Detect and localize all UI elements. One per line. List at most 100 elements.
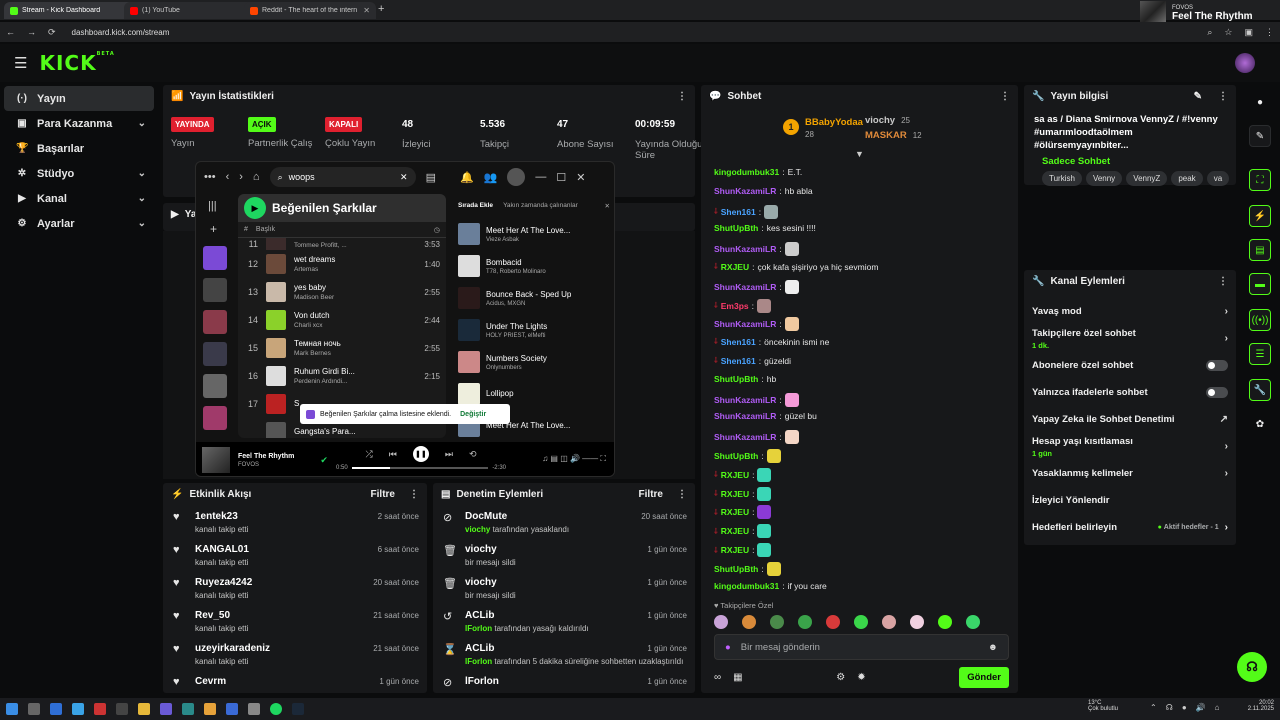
moderation-user[interactable]: viochy bbox=[465, 577, 516, 588]
url-field[interactable]: dashboard.kick.com/stream bbox=[72, 28, 170, 37]
chat-username[interactable]: ShunKazamiLR bbox=[714, 282, 776, 292]
clock[interactable]: 20:02 2.11.2025 bbox=[1240, 700, 1274, 712]
toggle-switch[interactable] bbox=[1206, 360, 1228, 371]
new-tab-button[interactable]: + bbox=[378, 3, 384, 15]
community-icon[interactable]: ✿ bbox=[1249, 413, 1271, 435]
headset-icon[interactable]: ☊ bbox=[1237, 652, 1267, 682]
add-icon[interactable]: + bbox=[210, 222, 228, 236]
activity-user[interactable]: uzeyirkaradeniz bbox=[195, 643, 270, 654]
chat-more-icon[interactable]: ⋮ bbox=[1000, 91, 1010, 102]
sidepanel-icon[interactable]: ▣ bbox=[1244, 27, 1253, 38]
chat-username[interactable]: ShunKazamiLR bbox=[714, 244, 776, 254]
playlist-cover[interactable] bbox=[203, 310, 227, 334]
moderation-actor[interactable]: viochy bbox=[465, 525, 490, 534]
stream-tag[interactable]: va bbox=[1206, 171, 1230, 186]
filter-button[interactable]: Filtre bbox=[639, 489, 663, 500]
bell-icon[interactable]: 🔔 bbox=[460, 171, 474, 184]
stream-info-more-icon[interactable]: ⋮ bbox=[1218, 91, 1228, 102]
app-icon[interactable] bbox=[182, 703, 194, 715]
track-artist[interactable]: Charli xcx bbox=[294, 322, 414, 329]
track-row[interactable]: 11 Tommee Profitt, ... 3:53 bbox=[238, 238, 446, 250]
back-icon[interactable]: ← bbox=[6, 27, 15, 37]
chat-username[interactable]: ShunKazamiLR bbox=[714, 395, 776, 405]
kick-logo[interactable]: KICKBETA bbox=[39, 51, 114, 75]
system-tray[interactable]: ⌃ ☊ ● 🔊 ⌂ bbox=[1150, 703, 1219, 712]
progress-bar[interactable] bbox=[351, 467, 489, 469]
settings-icon[interactable]: ⚙ bbox=[836, 672, 845, 683]
close-icon[interactable]: ✕ bbox=[605, 202, 610, 210]
chat-username[interactable]: ShutUpBth bbox=[714, 564, 758, 574]
channel-action-item[interactable]: Yavaş mod › bbox=[1024, 298, 1236, 325]
bot-icon[interactable]: ✹ bbox=[857, 672, 865, 683]
queue-item[interactable]: Under The Lights HOLY PRIEST, elMefti bbox=[452, 314, 614, 346]
bookmark-star-icon[interactable]: ☆ bbox=[1224, 27, 1232, 38]
queue-artist[interactable]: Vieze Asbak bbox=[486, 237, 570, 243]
steam-icon[interactable] bbox=[292, 703, 304, 715]
back-icon[interactable]: ‹ bbox=[226, 171, 230, 183]
sidebar-item[interactable]: (·) Yayın bbox=[4, 86, 154, 111]
spotify-search-input[interactable]: ⌕ woops ✕ bbox=[269, 167, 416, 187]
sidebar-item[interactable]: 🏆 Başarılar bbox=[4, 136, 154, 161]
activity-user[interactable]: KANGAL01 bbox=[195, 544, 249, 555]
chat-username[interactable]: RXJEU bbox=[721, 507, 749, 517]
channel-action-item[interactable]: Takipçilere özel sohbet 1 dk. › bbox=[1024, 325, 1236, 352]
sidebar-item[interactable]: ⚙ Ayarlar ⌄ bbox=[4, 211, 154, 236]
previous-icon[interactable]: ⏮ bbox=[389, 449, 397, 460]
queue-artist[interactable]: T78, Roberto Molinaro bbox=[486, 269, 546, 275]
chevron-right-icon[interactable]: › bbox=[1225, 306, 1228, 317]
app-icon[interactable] bbox=[160, 703, 172, 715]
mic-icon[interactable]: ● bbox=[725, 642, 731, 653]
forward-icon[interactable]: → bbox=[27, 27, 36, 37]
chat-username[interactable]: ShunKazamiLR bbox=[714, 432, 776, 442]
chat-username[interactable]: Shen161 bbox=[721, 337, 756, 347]
sidebar-item[interactable]: ▣ Para Kazanma ⌄ bbox=[4, 111, 154, 136]
emote-icon[interactable] bbox=[770, 615, 784, 629]
chat-username[interactable]: RXJEU bbox=[721, 545, 749, 555]
menu-icon[interactable]: ⋮ bbox=[1265, 27, 1274, 38]
now-playing-cover[interactable] bbox=[202, 447, 230, 473]
activity-user[interactable]: Rev_50 bbox=[195, 610, 248, 621]
edit-icon[interactable]: ✎ bbox=[1194, 91, 1202, 102]
app-icon[interactable] bbox=[248, 703, 260, 715]
shuffle-icon[interactable]: ⤮ bbox=[366, 449, 373, 460]
close-icon[interactable]: ✕ bbox=[400, 172, 408, 183]
chat-username[interactable]: ShunKazamiLR bbox=[714, 186, 776, 196]
repeat-icon[interactable]: ⟲ bbox=[469, 449, 477, 460]
track-row[interactable]: 16 Ruhum Girdi Bi... Perdenin Ardındi... 2:… bbox=[238, 362, 446, 390]
forward-icon[interactable]: › bbox=[239, 171, 243, 183]
chat-username[interactable]: ShunKazamiLR bbox=[714, 411, 776, 421]
community-icon[interactable]: ∞ bbox=[714, 672, 721, 683]
minimize-icon[interactable]: — bbox=[535, 171, 546, 183]
moderation-actor[interactable]: lForlon bbox=[465, 624, 492, 633]
tab-recent[interactable]: Yakın zamanda çalınanlar bbox=[503, 202, 578, 210]
queue-item[interactable]: Numbers Society Onlynumbers bbox=[452, 346, 614, 378]
edit-icon[interactable]: ✎ bbox=[1249, 125, 1271, 147]
toast-action[interactable]: Değiştir bbox=[460, 411, 486, 418]
app-icon[interactable] bbox=[50, 703, 62, 715]
gifter[interactable]: viochy 25 bbox=[865, 115, 910, 126]
chevron-down-icon[interactable]: ⌄ bbox=[138, 168, 146, 179]
activity-more-icon[interactable]: ⋮ bbox=[409, 489, 419, 500]
track-artist[interactable]: Madison Beer bbox=[294, 294, 414, 301]
channel-action-item[interactable]: Yapay Zeka ile Sohbet Denetimi ↗ bbox=[1024, 406, 1236, 433]
folder-icon[interactable] bbox=[138, 703, 150, 715]
chat-username[interactable]: Shen161 bbox=[721, 207, 756, 217]
chrome-icon[interactable] bbox=[204, 703, 216, 715]
moderation-user[interactable]: viochy bbox=[465, 544, 516, 555]
queue-item[interactable]: Bombacid T78, Roberto Molinaro bbox=[452, 250, 614, 282]
channel-action-item[interactable]: Abonelere özel sohbet bbox=[1024, 352, 1236, 379]
send-button[interactable]: Gönder bbox=[959, 666, 1009, 688]
gifter-name[interactable]: BBabyYodaa bbox=[805, 117, 863, 128]
check-icon[interactable]: ✔ bbox=[320, 455, 328, 466]
chat-username[interactable]: RXJEU bbox=[721, 262, 749, 272]
pause-button[interactable]: ❚❚ bbox=[412, 446, 429, 462]
gifter[interactable]: BBabyYodaa 28 bbox=[805, 117, 863, 139]
track-row[interactable]: 12 wet dreams Artemas 1:40 bbox=[238, 250, 446, 278]
chat-username[interactable]: RXJEU bbox=[721, 526, 749, 536]
now-playing-title[interactable]: Feel The Rhythm bbox=[238, 453, 294, 460]
broadcast-icon[interactable]: ((•)) bbox=[1249, 309, 1271, 331]
moderation-user[interactable]: ACLib bbox=[465, 610, 589, 621]
chevron-right-icon[interactable]: › bbox=[1225, 441, 1228, 452]
chat-username[interactable]: RXJEU bbox=[721, 489, 749, 499]
queue-artist[interactable]: HOLY PRIEST, elMefti bbox=[486, 333, 547, 339]
